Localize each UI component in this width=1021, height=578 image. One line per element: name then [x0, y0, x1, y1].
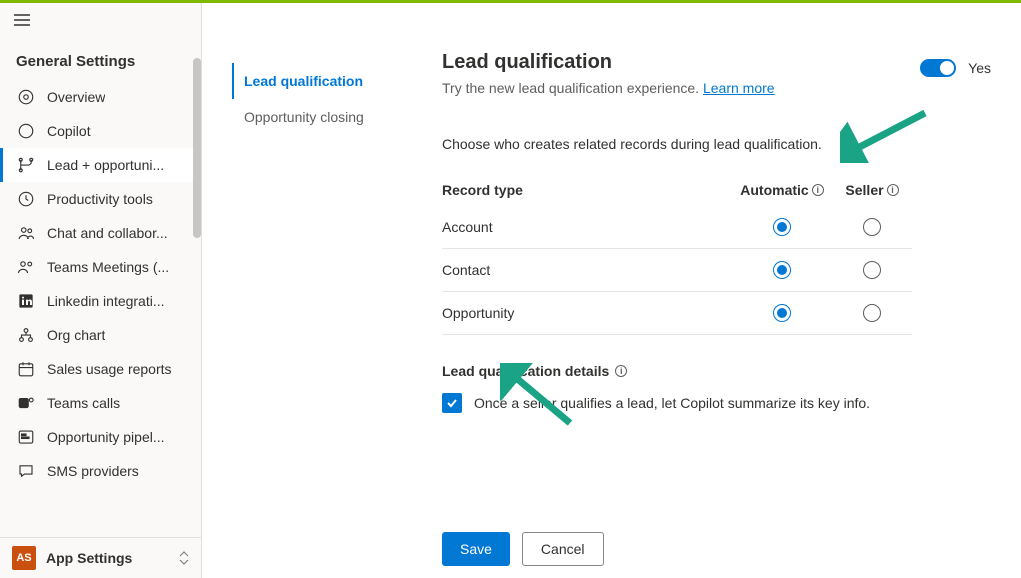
nav-chat-collab[interactable]: Chat and collabor... — [0, 216, 201, 250]
record-type-table: Record type Automatici Selleri Account C… — [442, 174, 912, 335]
row-label: Contact — [442, 262, 732, 278]
row-label: Opportunity — [442, 305, 732, 321]
page-subtitle: Try the new lead qualification experienc… — [442, 80, 775, 96]
linkedin-icon — [17, 292, 35, 310]
nav-lead-opportunity[interactable]: Lead + opportuni... — [0, 148, 201, 182]
nav-label: Chat and collabor... — [47, 225, 168, 241]
radio-opportunity-auto[interactable] — [773, 304, 791, 322]
cancel-button[interactable]: Cancel — [522, 532, 604, 566]
branch-icon — [17, 156, 35, 174]
nav-copilot[interactable]: Copilot — [0, 114, 201, 148]
nav-linkedin[interactable]: Linkedin integrati... — [0, 284, 201, 318]
subnav: Lead qualification Opportunity closing — [202, 3, 422, 578]
page-title: Lead qualification — [442, 51, 775, 74]
nav-productivity[interactable]: Productivity tools — [0, 182, 201, 216]
row-account: Account — [442, 206, 912, 249]
people-icon — [17, 224, 35, 242]
radio-account-auto[interactable] — [773, 218, 791, 236]
toggle-label: Yes — [968, 60, 991, 76]
nav-teams-meetings[interactable]: Teams Meetings (... — [0, 250, 201, 284]
nav-label: Lead + opportuni... — [47, 157, 164, 173]
experience-toggle[interactable] — [920, 59, 956, 77]
subnav-opportunity-closing[interactable]: Opportunity closing — [232, 99, 412, 135]
clock-icon — [17, 190, 35, 208]
sidebar-title: General Settings — [0, 41, 201, 80]
nav-label: Overview — [47, 89, 105, 105]
app-settings-switcher[interactable]: AS App Settings — [0, 537, 201, 578]
app-settings-badge: AS — [12, 546, 36, 570]
radio-contact-auto[interactable] — [773, 261, 791, 279]
sidebar-nav: Overview Copilot Lead + opportuni... Pro… — [0, 80, 201, 537]
save-button[interactable]: Save — [442, 532, 510, 566]
col-seller: Selleri — [832, 182, 912, 198]
info-icon[interactable]: i — [615, 365, 627, 377]
app-settings-label: App Settings — [46, 550, 169, 566]
subnav-label: Lead qualification — [244, 73, 363, 89]
nav-label: Linkedin integrati... — [47, 293, 165, 309]
checkbox-label: Once a seller qualifies a lead, let Copi… — [474, 395, 870, 411]
hamburger-icon[interactable] — [0, 3, 201, 41]
eye-icon — [17, 88, 35, 106]
main-content: Lead qualification Try the new lead qual… — [422, 3, 1021, 578]
info-icon[interactable]: i — [812, 184, 824, 196]
radio-account-seller[interactable] — [863, 218, 881, 236]
nav-opportunity-pipeline[interactable]: Opportunity pipel... — [0, 420, 201, 454]
row-opportunity: Opportunity — [442, 292, 912, 335]
nav-teams-calls[interactable]: T Teams calls — [0, 386, 201, 420]
subnav-label: Opportunity closing — [244, 109, 364, 125]
learn-more-link[interactable]: Learn more — [703, 80, 775, 96]
svg-text:T: T — [22, 400, 26, 407]
nav-sales-reports[interactable]: Sales usage reports — [0, 352, 201, 386]
sidebar: General Settings Overview Copilot Lead +… — [0, 3, 202, 578]
nav-sms[interactable]: SMS providers — [0, 454, 201, 488]
nav-label: Copilot — [47, 123, 91, 139]
nav-label: Productivity tools — [47, 191, 153, 207]
nav-label: Teams Meetings (... — [47, 259, 169, 275]
chat-icon — [17, 462, 35, 480]
row-label: Account — [442, 219, 732, 235]
sidebar-scrollbar[interactable] — [193, 58, 201, 238]
teams-icon — [17, 258, 35, 276]
section-intro: Choose who creates related records durin… — [442, 136, 991, 152]
col-automatic: Automatici — [732, 182, 832, 198]
org-icon — [17, 326, 35, 344]
row-contact: Contact — [442, 249, 912, 292]
calendar-icon — [17, 360, 35, 378]
subtitle-text: Try the new lead qualification experienc… — [442, 80, 703, 96]
radio-opportunity-seller[interactable] — [863, 304, 881, 322]
col-record-type: Record type — [442, 182, 732, 198]
nav-org-chart[interactable]: Org chart — [0, 318, 201, 352]
teams-logo-icon: T — [17, 394, 35, 412]
pipeline-icon — [17, 428, 35, 446]
chevron-updown-icon — [179, 551, 189, 565]
copilot-summary-checkbox[interactable] — [442, 393, 462, 413]
copilot-icon — [17, 122, 35, 140]
nav-label: Teams calls — [47, 395, 120, 411]
details-section-title: Lead qualification details i — [442, 363, 991, 379]
nav-overview[interactable]: Overview — [0, 80, 201, 114]
radio-contact-seller[interactable] — [863, 261, 881, 279]
subnav-lead-qualification[interactable]: Lead qualification — [232, 63, 412, 99]
nav-label: SMS providers — [47, 463, 139, 479]
nav-label: Sales usage reports — [47, 361, 172, 377]
nav-label: Org chart — [47, 327, 105, 343]
nav-label: Opportunity pipel... — [47, 429, 165, 445]
info-icon[interactable]: i — [887, 184, 899, 196]
